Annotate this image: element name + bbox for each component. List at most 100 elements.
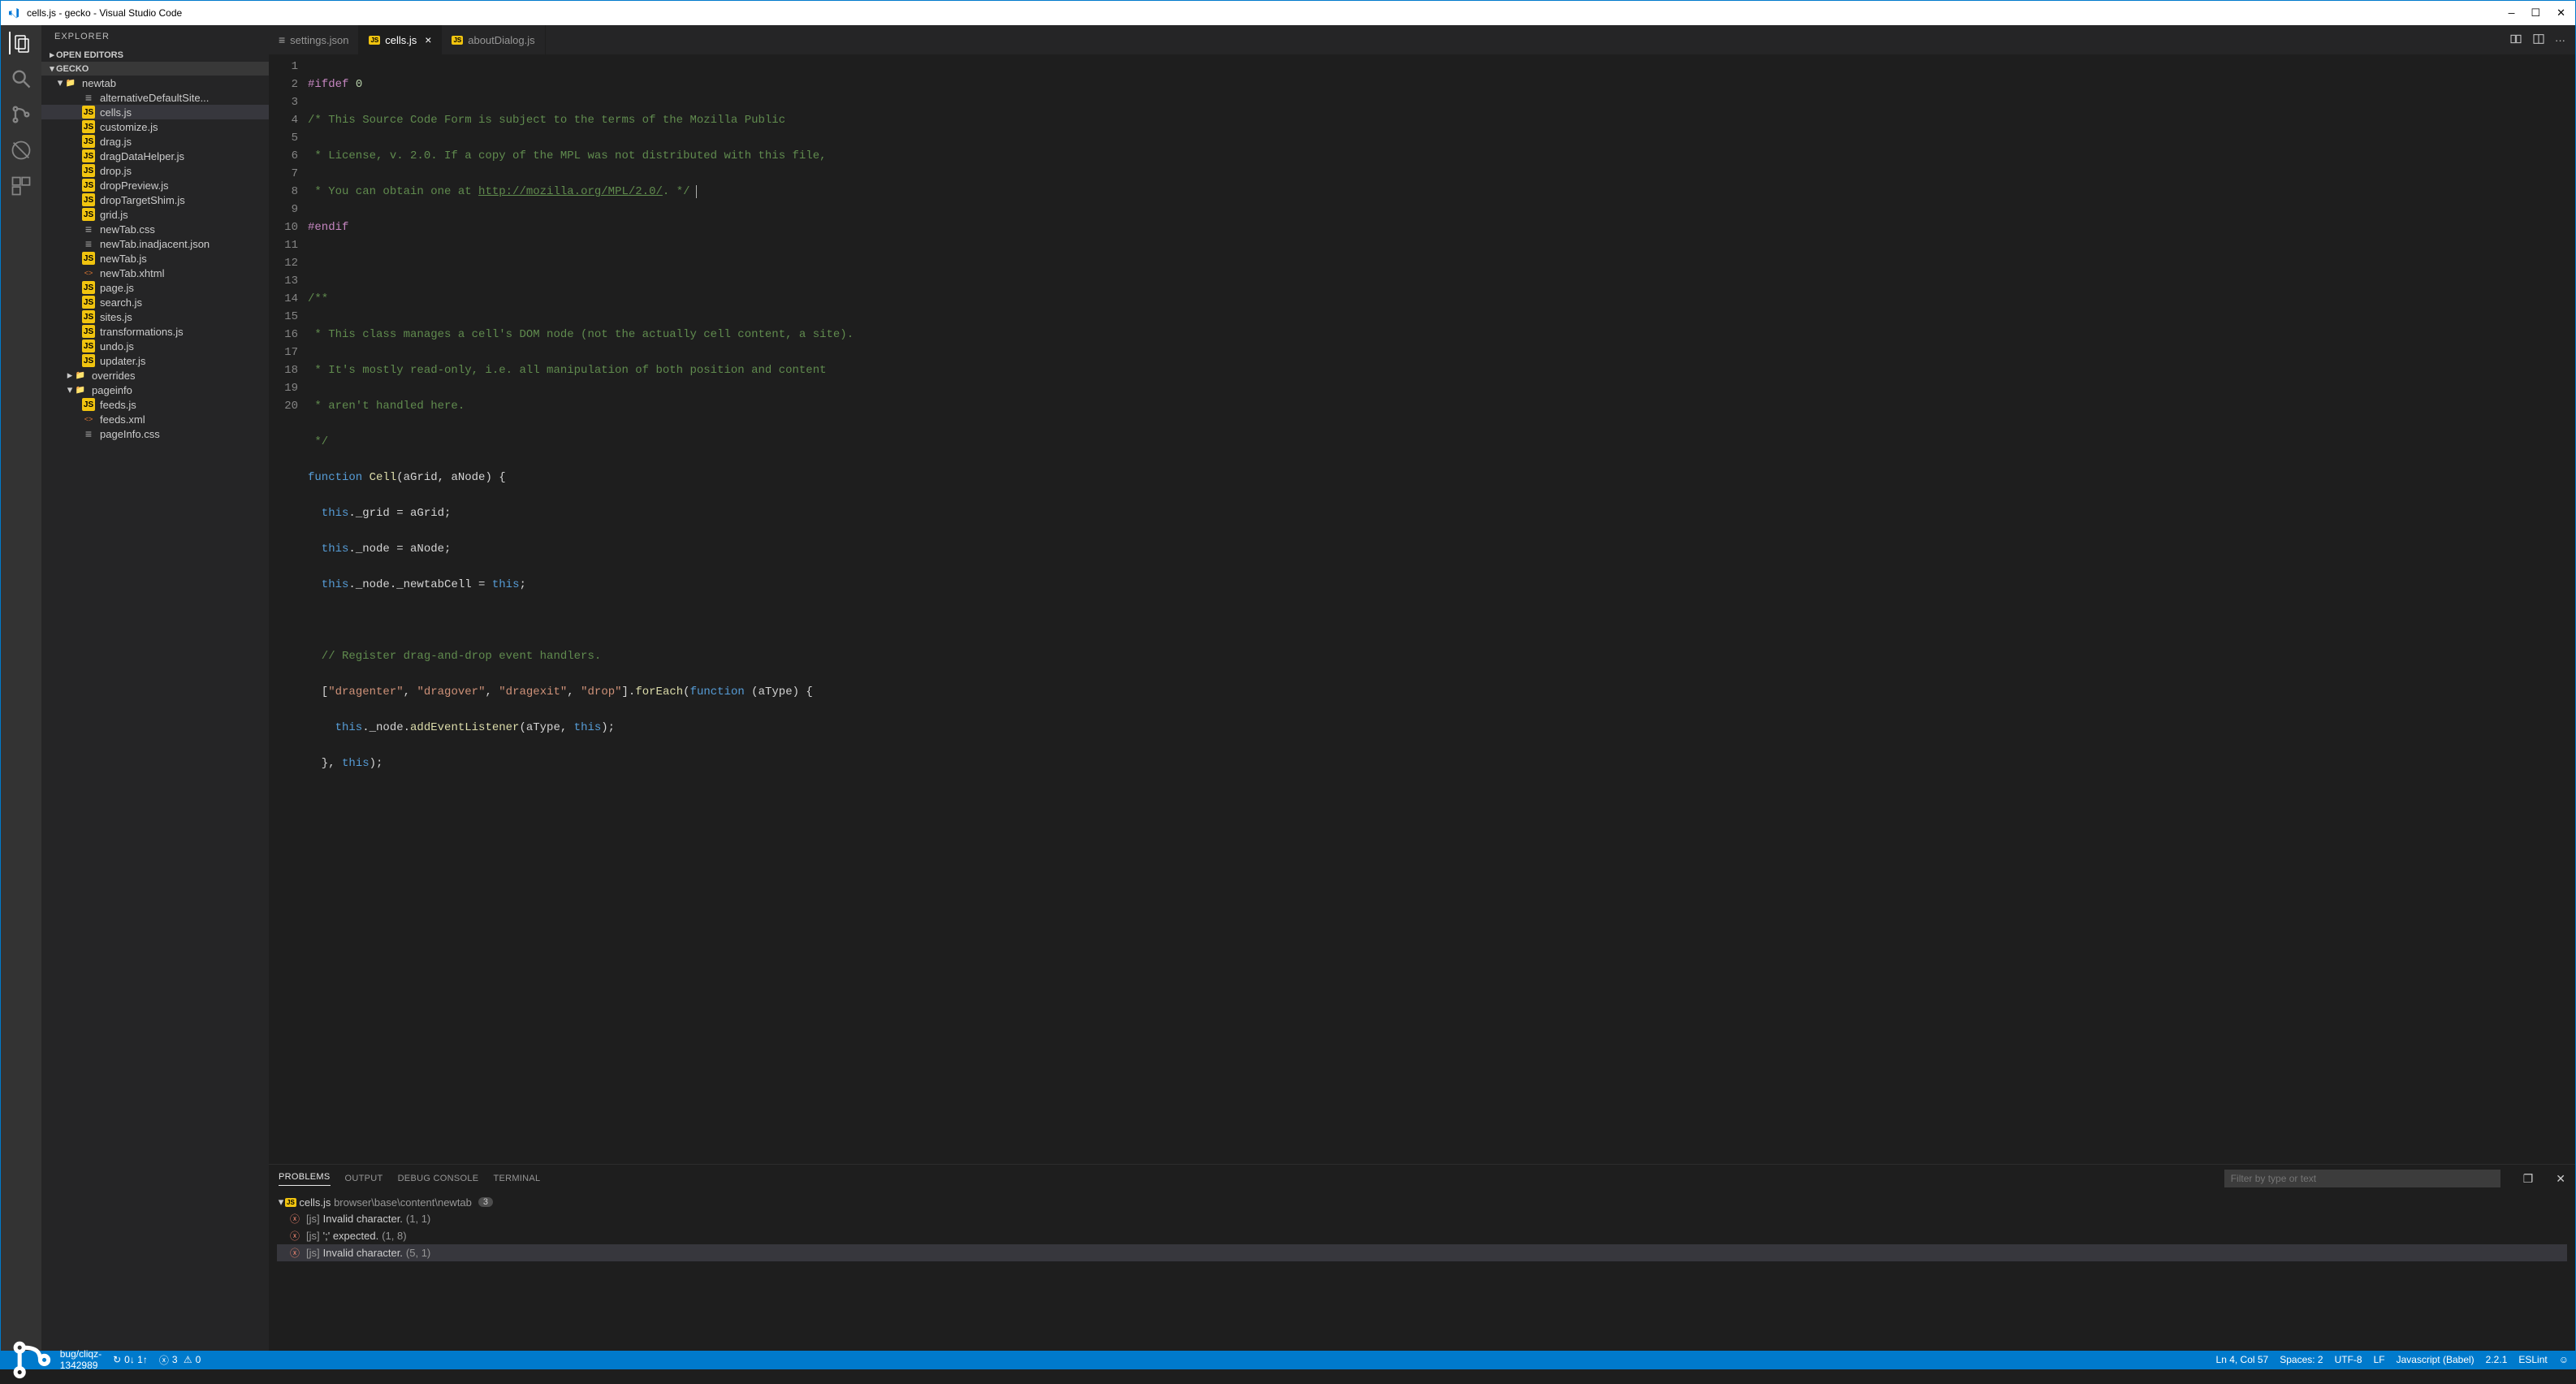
chevron-down-icon: ▾ [48,63,56,74]
file-item[interactable]: feeds.xml [41,412,269,426]
editor-tabs: settings.jsonJScells.js×JSaboutDialog.js… [269,25,2575,54]
tab-debug-console[interactable]: DEBUG CONSOLE [398,1174,479,1183]
file-item[interactable]: JStransformations.js [41,324,269,339]
file-item[interactable]: newTab.xhtml [41,266,269,280]
file-item[interactable]: JSupdater.js [41,353,269,368]
bottom-panel: PROBLEMS OUTPUT DEBUG CONSOLE TERMINAL ❐… [269,1164,2575,1351]
workspace-section[interactable]: ▾GECKO [41,62,269,76]
file-name: pageInfo.css [100,428,160,440]
window-controls: — ☐ ✕ [2509,7,2565,19]
eol[interactable]: LF [2374,1354,2385,1365]
editor-tab[interactable]: JScells.js× [359,25,442,54]
extensions-icon[interactable] [10,175,32,197]
close-panel-icon[interactable]: ✕ [2556,1172,2565,1186]
code-content[interactable]: #ifdef 0 /* This Source Code Form is sub… [308,54,2575,1164]
file-item[interactable]: newTab.inadjacent.json [41,236,269,251]
close-tab-icon[interactable]: × [425,33,431,46]
file-item[interactable]: alternativeDefaultSite... [41,90,269,105]
file-item[interactable]: JScustomize.js [41,119,269,134]
js-icon: JS [82,310,95,323]
extension-version[interactable]: 2.2.1 [2486,1354,2508,1365]
cursor-position[interactable]: Ln 4, Col 57 [2216,1354,2269,1365]
file-item[interactable]: JSgrid.js [41,207,269,222]
git-sync[interactable]: ↻ 0↓ 1↑ [113,1354,148,1365]
file-name: dragDataHelper.js [100,150,184,162]
error-icon: ⓧ [290,1246,300,1260]
js-icon: JS [82,208,95,221]
js-icon: JS [82,135,95,148]
split-editor-icon[interactable] [2532,32,2545,48]
problem-item[interactable]: ⓧ[js] ';' expected. (1, 8) [277,1227,2567,1244]
file-item[interactable]: JS drag.js [41,134,269,149]
file-name: sites.js [100,311,132,323]
js-icon: JS [82,252,95,265]
tab-terminal[interactable]: TERMINAL [493,1174,540,1183]
file-item[interactable]: JSdragDataHelper.js [41,149,269,163]
file-item[interactable]: pageInfo.css [41,426,269,441]
file-name: newTab.inadjacent.json [100,238,210,250]
file-item[interactable]: JSdropPreview.js [41,178,269,192]
open-editors-section[interactable]: ▸OPEN EDITORS [41,48,269,62]
file-item[interactable]: JScells.js [41,105,269,119]
problem-item[interactable]: ⓧ[js] Invalid character. (5, 1) [277,1244,2567,1261]
file-item[interactable]: JS sites.js [41,309,269,324]
window-title: cells.js - gecko - Visual Studio Code [27,7,2509,19]
indentation[interactable]: Spaces: 2 [2280,1354,2323,1365]
vscode-window: cells.js - gecko - Visual Studio Code — … [0,0,2576,1369]
debug-icon[interactable] [10,139,32,162]
tab-problems[interactable]: PROBLEMS [279,1172,331,1186]
explorer-icon[interactable] [9,32,32,54]
file-name: alternativeDefaultSite... [100,92,209,104]
problem-file-row[interactable]: ▾ JS cells.js browser\base\content\newta… [277,1194,2567,1210]
tab-output[interactable]: OUTPUT [345,1174,383,1183]
file-name: dropPreview.js [100,179,169,192]
more-icon[interactable]: ··· [2555,34,2565,46]
language-mode[interactable]: Javascript (Babel) [2397,1354,2474,1365]
chevron-down-icon: ▾ [56,76,64,89]
file-name: transformations.js [100,326,184,338]
feedback-icon[interactable]: ☺ [2559,1354,2569,1365]
problem-item[interactable]: ⓧ[js] Invalid character. (1, 1) [277,1210,2567,1227]
source-control-icon[interactable] [10,103,32,126]
folder-icon: 📁 [64,76,77,89]
compare-icon[interactable] [2509,32,2522,48]
eslint-status[interactable]: ESLint [2518,1354,2547,1365]
file-item[interactable]: JSfeeds.js [41,397,269,412]
file-item[interactable]: newTab.css [41,222,269,236]
minimize-button[interactable]: — [2509,7,2515,19]
problems-list[interactable]: ▾ JS cells.js browser\base\content\newta… [269,1192,2575,1351]
folder-newtab[interactable]: ▾📁newtab [41,76,269,90]
folder-pageinfo[interactable]: ▾📁pageinfo [41,383,269,397]
file-name: drag.js [100,136,132,148]
encoding[interactable]: UTF-8 [2335,1354,2362,1365]
file-item[interactable]: JSpage.js [41,280,269,295]
folder-overrides[interactable]: ▸📁overrides [41,368,269,383]
errors-status[interactable]: ⓧ 3 ⚠ 0 [159,1353,201,1367]
error-icon: ⓧ [290,1229,300,1243]
git-branch[interactable]: bug/cliqz-1342989 [7,1335,102,1384]
maximize-button[interactable]: ☐ [2531,7,2540,19]
file-item[interactable]: JSdropTargetShim.js [41,192,269,207]
xml-icon [82,266,95,279]
code-editor[interactable]: 1234567891011121314151617181920 #ifdef 0… [269,54,2575,1164]
activity-bar [1,25,41,1351]
maximize-panel-icon[interactable]: ❐ [2523,1172,2534,1186]
chevron-down-icon: ▾ [66,383,74,396]
search-icon[interactable] [10,67,32,90]
file-item[interactable]: JSundo.js [41,339,269,353]
file-item[interactable]: JS newTab.js [41,251,269,266]
file-item[interactable]: JSsearch.js [41,295,269,309]
database-icon [279,33,285,46]
tab-actions: ··· [2509,25,2575,54]
status-bar: bug/cliqz-1342989 ↻ 0↓ 1↑ ⓧ 3 ⚠ 0 Ln 4, … [1,1351,2575,1369]
panel-filter-input[interactable] [2224,1170,2500,1187]
tab-label: cells.js [385,34,417,46]
editor-tab[interactable]: JSaboutDialog.js [442,25,545,54]
close-button[interactable]: ✕ [2557,7,2565,19]
titlebar: cells.js - gecko - Visual Studio Code — … [1,1,2575,25]
file-name: newTab.js [100,253,147,265]
editor-tab[interactable]: settings.json [269,25,359,54]
file-tree[interactable]: ▾📁newtab alternativeDefaultSite...JScell… [41,76,269,1351]
file-item[interactable]: JSdrop.js [41,163,269,178]
file-name: newTab.xhtml [100,267,164,279]
